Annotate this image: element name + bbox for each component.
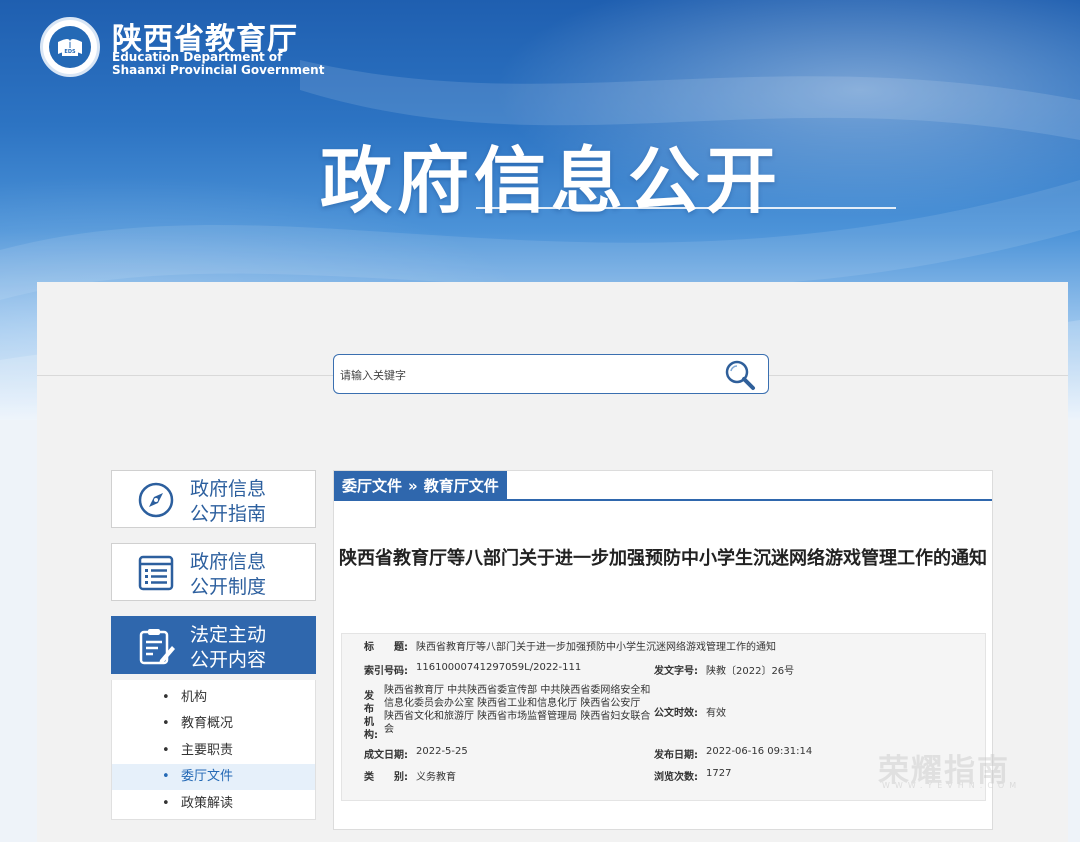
meta-issuer-value: 陕西省教育厅 中共陕西省委宣传部 中共陕西省委网络安全和信息化委员会办公室 陕西… bbox=[384, 685, 651, 735]
sidebar-item-label: 委厅文件 bbox=[181, 769, 234, 784]
book-emblem-icon bbox=[58, 39, 82, 54]
sidebar-card-label-line-1: 政府信息 bbox=[190, 551, 267, 573]
sidebar-item-duties[interactable]: • 主要职责 bbox=[112, 738, 315, 764]
heading-underline bbox=[476, 207, 896, 209]
search-button[interactable] bbox=[720, 357, 764, 391]
magnifier-icon bbox=[725, 360, 755, 390]
sidebar-submenu: • 机构 • 教育概况 • 主要职责 • 委厅文件 • 政策解读 bbox=[111, 680, 316, 820]
meta-views-label: 浏览次数: bbox=[654, 772, 698, 783]
meta-views-value: 1727 bbox=[706, 768, 732, 779]
meta-docno-value: 陕教〔2022〕26号 bbox=[706, 666, 795, 677]
search-input[interactable] bbox=[338, 363, 712, 387]
page-heading: 政府信息公开 bbox=[320, 139, 783, 223]
bullet-icon: • bbox=[162, 796, 170, 811]
breadcrumb-link-committee-documents[interactable]: 委厅文件 bbox=[342, 477, 402, 495]
site-name-english-line-2: Shaanxi Provincial Government bbox=[112, 63, 325, 77]
sidebar-item-policy-interpretation[interactable]: • 政策解读 bbox=[112, 791, 315, 817]
sidebar-item-label: 政策解读 bbox=[181, 796, 234, 811]
breadcrumb-separator: » bbox=[408, 477, 418, 495]
compass-icon bbox=[138, 482, 174, 518]
sidebar-card-label: 法定主动 公开内容 bbox=[190, 623, 266, 673]
meta-published-label: 发布日期: bbox=[654, 750, 698, 761]
sidebar-item-label: 主要职责 bbox=[181, 743, 234, 758]
sidebar-item-label: 机构 bbox=[181, 690, 208, 705]
watermark: 荣耀指南 WWW.YEVHN.COM bbox=[878, 745, 1043, 795]
meta-docno-label: 发文字号: bbox=[654, 666, 698, 677]
meta-issuer-label: 发布机构: bbox=[364, 691, 378, 741]
meta-created-value: 2022-5-25 bbox=[416, 746, 468, 757]
logo-text: EDS bbox=[62, 48, 78, 56]
sidebar-item-overview[interactable]: • 教育概况 bbox=[112, 711, 315, 737]
sidebar-card-label-line-1: 政府信息 bbox=[190, 478, 267, 500]
meta-title-value: 陕西省教育厅等八部门关于进一步加强预防中小学生沉迷网络游戏管理工作的通知 bbox=[416, 642, 776, 653]
list-document-icon bbox=[138, 555, 174, 591]
meta-published-value: 2022-06-16 09:31:14 bbox=[706, 746, 813, 757]
sidebar-card-label-line-1: 法定主动 bbox=[190, 624, 267, 646]
sidebar-card-label: 政府信息 公开制度 bbox=[190, 550, 266, 600]
meta-created-label: 成文日期: bbox=[364, 750, 408, 761]
meta-validity-label: 公文时效: bbox=[654, 708, 698, 719]
bullet-icon: • bbox=[162, 769, 170, 784]
bullet-icon: • bbox=[162, 743, 170, 758]
site-name-english: Education Department of Shaanxi Provinci… bbox=[112, 51, 324, 77]
sidebar-card-label-line-2: 公开内容 bbox=[190, 649, 267, 671]
watermark-url: WWW.YEVHN.COM bbox=[882, 781, 1022, 790]
meta-category-value: 义务教育 bbox=[416, 772, 456, 783]
breadcrumb-link-education-documents[interactable]: 教育厅文件 bbox=[424, 477, 499, 495]
sidebar-card-label-line-2: 公开指南 bbox=[190, 503, 267, 525]
meta-validity-value: 有效 bbox=[706, 708, 726, 719]
bullet-icon: • bbox=[162, 690, 170, 705]
sidebar-card-statutory-content[interactable]: 法定主动 公开内容 bbox=[111, 616, 316, 674]
meta-index-label: 索引号码: bbox=[364, 666, 408, 677]
bullet-icon: • bbox=[162, 716, 170, 731]
sidebar-card-system[interactable]: 政府信息 公开制度 bbox=[111, 543, 316, 601]
meta-category-label: 类 别: bbox=[364, 772, 408, 783]
document-title: 陕西省教育厅等八部门关于进一步加强预防中小学生沉迷网络游戏管理工作的通知 bbox=[339, 548, 987, 569]
meta-title-label: 标 题: bbox=[364, 642, 408, 653]
sidebar-card-label-line-2: 公开制度 bbox=[190, 576, 267, 598]
department-logo[interactable]: EDS bbox=[40, 17, 100, 77]
sidebar-card-guide[interactable]: 政府信息 公开指南 bbox=[111, 470, 316, 528]
meta-index-value: 11610000741297059L/2022-111 bbox=[416, 662, 582, 673]
sidebar-card-label: 政府信息 公开指南 bbox=[190, 477, 266, 527]
breadcrumb: 委厅文件 » 教育厅文件 bbox=[334, 471, 507, 501]
search-box bbox=[333, 354, 769, 394]
sidebar-item-label: 教育概况 bbox=[181, 716, 234, 731]
sidebar-item-institution[interactable]: • 机构 bbox=[112, 685, 315, 711]
edit-clipboard-icon bbox=[139, 629, 175, 665]
sidebar-item-documents[interactable]: • 委厅文件 bbox=[112, 764, 315, 790]
